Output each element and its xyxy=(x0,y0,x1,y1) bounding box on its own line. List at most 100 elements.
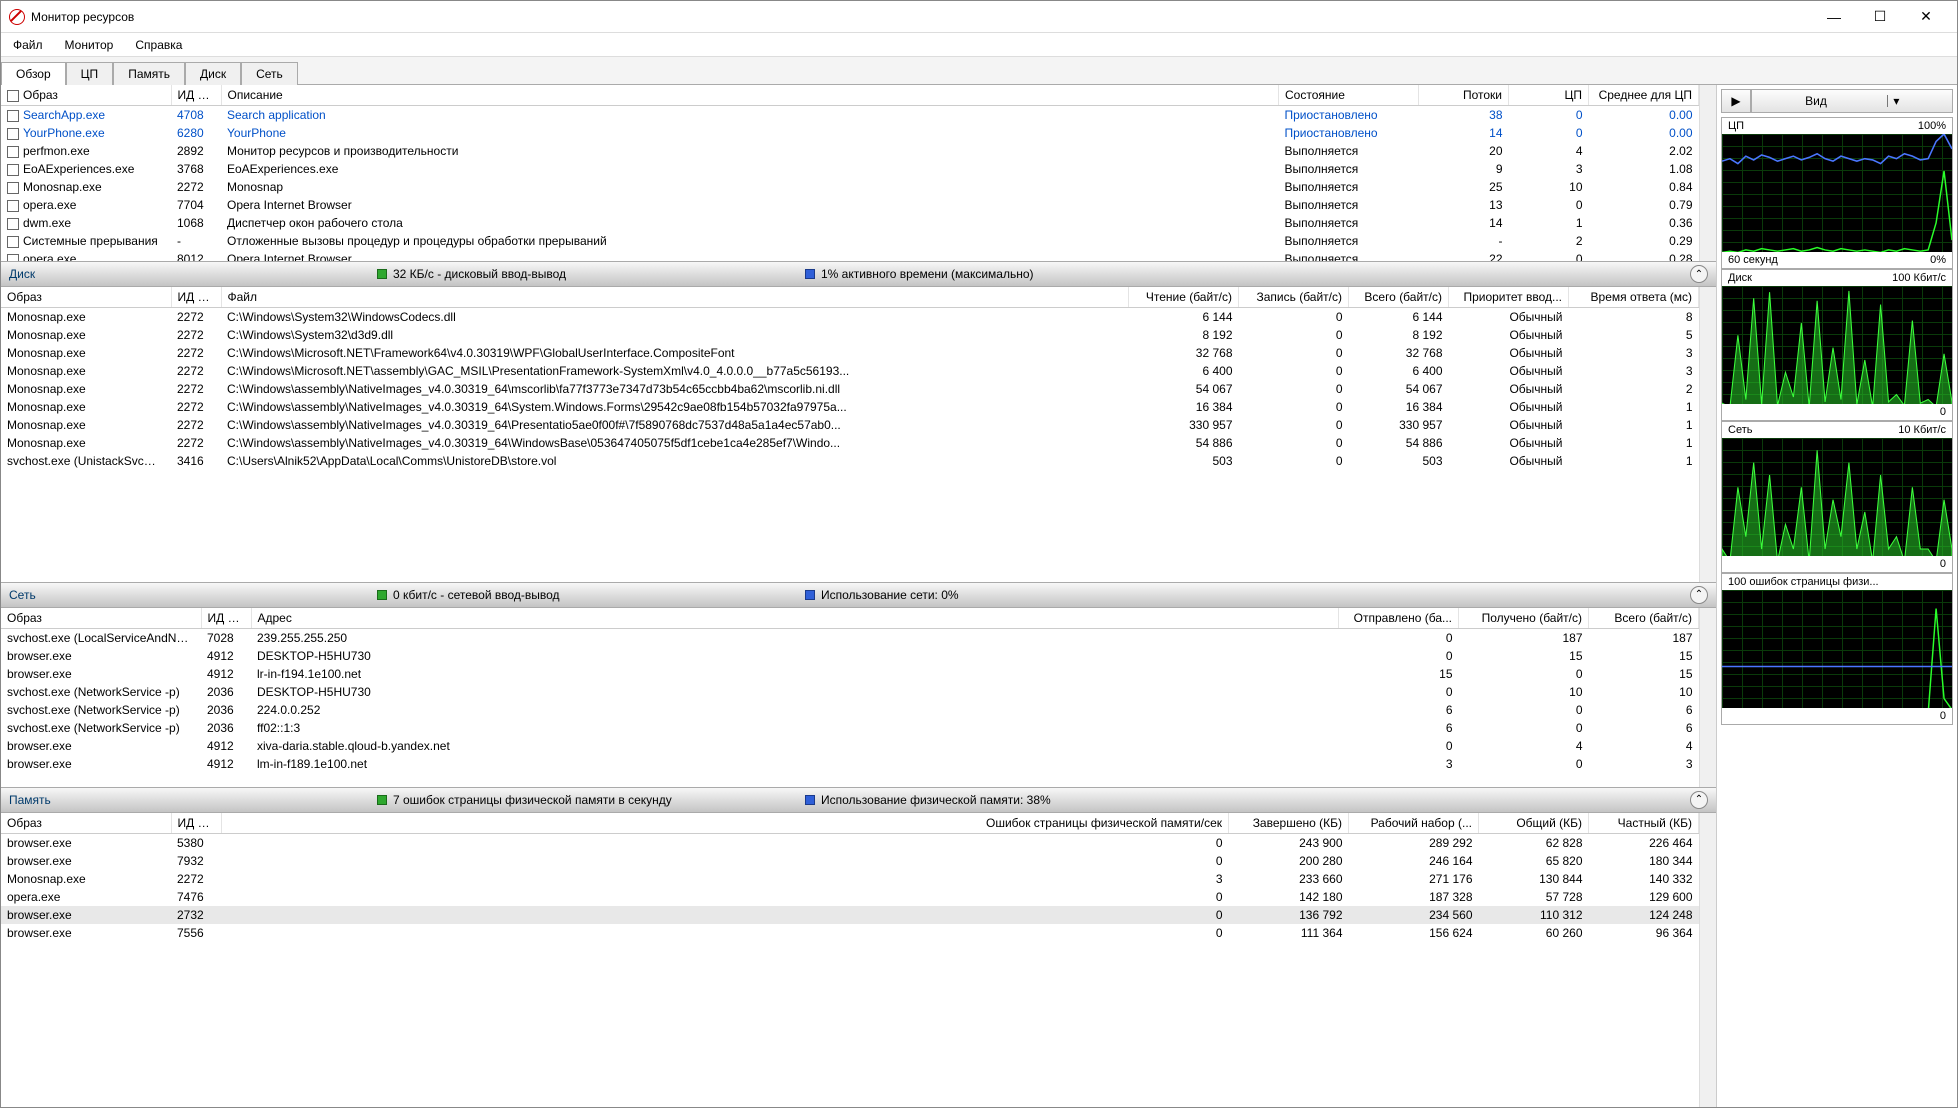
tab-overview[interactable]: Обзор xyxy=(1,62,66,85)
cpu-scrollbar[interactable] xyxy=(1699,85,1716,261)
table-row[interactable]: perfmon.exe2892Монитор ресурсов и произв… xyxy=(1,142,1699,160)
side-expand-button[interactable]: ▶ xyxy=(1721,89,1751,113)
column-header[interactable]: ИД пр... xyxy=(171,85,221,106)
table-row[interactable]: svchost.exe (NetworkService -p)2036DESKT… xyxy=(1,683,1699,701)
checkbox[interactable] xyxy=(7,254,19,261)
column-header[interactable]: Запись (байт/с) xyxy=(1239,287,1349,308)
table-row[interactable]: opera.exe7704Opera Internet BrowserВыпол… xyxy=(1,196,1699,214)
column-header[interactable]: Общий (КБ) xyxy=(1479,813,1589,834)
disk-collapse-button[interactable]: ⌃ xyxy=(1690,265,1708,283)
column-header[interactable]: Образ xyxy=(1,608,201,629)
menu-help[interactable]: Справка xyxy=(131,36,186,54)
column-header[interactable]: Состояние xyxy=(1279,85,1419,106)
table-row[interactable]: Monosnap.exe22723233 660271 176130 84414… xyxy=(1,870,1699,888)
column-header[interactable]: Рабочий набор (... xyxy=(1349,813,1479,834)
table-row[interactable]: browser.exe4912DESKTOP-H5HU73001515 xyxy=(1,647,1699,665)
table-row[interactable]: browser.exe4912lm-in-f189.1e100.net303 xyxy=(1,755,1699,773)
column-header[interactable]: Чтение (байт/с) xyxy=(1129,287,1239,308)
menu-monitor[interactable]: Монитор xyxy=(61,36,118,54)
disk-header[interactable]: Диск 32 КБ/с - дисковый ввод-вывод 1% ак… xyxy=(1,261,1716,287)
column-header[interactable]: ИД пр... xyxy=(201,608,251,629)
table-row[interactable]: opera.exe74760142 180187 32857 728129 60… xyxy=(1,888,1699,906)
memory-scrollbar[interactable] xyxy=(1699,813,1716,1108)
column-header[interactable]: Образ xyxy=(1,813,171,834)
square-green-icon xyxy=(377,590,387,600)
column-header[interactable]: Завершено (КБ) xyxy=(1229,813,1349,834)
chart-title: ЦП xyxy=(1728,120,1744,132)
column-header[interactable]: Файл xyxy=(221,287,1129,308)
column-header[interactable]: Время ответа (мс) xyxy=(1569,287,1699,308)
table-row[interactable]: browser.exe4912xiva-daria.stable.qloud-b… xyxy=(1,737,1699,755)
table-row[interactable]: svchost.exe (UnistackSvcGroup)3416C:\Use… xyxy=(1,452,1699,470)
table-row[interactable]: browser.exe27320136 792234 560110 312124… xyxy=(1,906,1699,924)
table-row[interactable]: Системные прерывания-Отложенные вызовы п… xyxy=(1,232,1699,250)
memory-header[interactable]: Память 7 ошибок страницы физической памя… xyxy=(1,787,1716,813)
checkbox[interactable] xyxy=(7,236,19,248)
table-row[interactable]: Monosnap.exe2272C:\Windows\Microsoft.NET… xyxy=(1,344,1699,362)
table-row[interactable]: browser.exe75560111 364156 62460 26096 3… xyxy=(1,924,1699,942)
column-header[interactable]: Описание xyxy=(221,85,1279,106)
column-header[interactable]: Частный (КБ) xyxy=(1589,813,1699,834)
checkbox[interactable] xyxy=(7,164,19,176)
close-button[interactable]: ✕ xyxy=(1903,2,1949,32)
table-row[interactable]: browser.exe79320200 280246 16465 820180 … xyxy=(1,852,1699,870)
side-panel: ▶ Вид ▾ ЦП100%60 секунд0%Диск100 Кбит/с0… xyxy=(1717,85,1957,1107)
column-header[interactable]: ЦП xyxy=(1509,85,1589,106)
checkbox[interactable] xyxy=(7,218,19,230)
memory-collapse-button[interactable]: ⌃ xyxy=(1690,791,1708,809)
table-row[interactable]: Monosnap.exe2272MonosnapВыполняется25100… xyxy=(1,178,1699,196)
checkbox[interactable] xyxy=(7,182,19,194)
table-row[interactable]: svchost.exe (NetworkService -p)2036ff02:… xyxy=(1,719,1699,737)
table-row[interactable]: browser.exe4912lr-in-f194.1e100.net15015 xyxy=(1,665,1699,683)
table-row[interactable]: browser.exe53800243 900289 29262 828226 … xyxy=(1,833,1699,852)
column-header[interactable]: Потоки xyxy=(1419,85,1509,106)
table-row[interactable]: YourPhone.exe6280YourPhoneПриостановлено… xyxy=(1,124,1699,142)
column-header[interactable]: Ошибок страницы физической памяти/сек xyxy=(221,813,1229,834)
square-green-icon xyxy=(377,795,387,805)
table-row[interactable]: Monosnap.exe2272C:\Windows\assembly\Nati… xyxy=(1,434,1699,452)
column-header[interactable]: Среднее для ЦП xyxy=(1589,85,1699,106)
column-header[interactable]: Всего (байт/с) xyxy=(1349,287,1449,308)
tab-memory[interactable]: Память xyxy=(113,62,185,85)
checkbox[interactable] xyxy=(7,110,19,122)
column-header[interactable]: Образ xyxy=(1,287,171,308)
table-row[interactable]: Monosnap.exe2272C:\Windows\System32\Wind… xyxy=(1,308,1699,327)
minimize-button[interactable]: — xyxy=(1811,2,1857,32)
table-row[interactable]: Monosnap.exe2272C:\Windows\System32\d3d9… xyxy=(1,326,1699,344)
table-row[interactable]: SearchApp.exe4708Search applicationПриос… xyxy=(1,106,1699,125)
column-header[interactable]: Отправлено (ба... xyxy=(1339,608,1459,629)
tab-network[interactable]: Сеть xyxy=(241,62,298,85)
column-header[interactable]: Приоритет ввод... xyxy=(1449,287,1569,308)
menu-file[interactable]: Файл xyxy=(9,36,47,54)
column-header[interactable]: Всего (байт/с) xyxy=(1589,608,1699,629)
tab-cpu[interactable]: ЦП xyxy=(66,62,114,85)
column-header[interactable]: Получено (байт/с) xyxy=(1459,608,1589,629)
tab-disk[interactable]: Диск xyxy=(185,62,241,85)
network-collapse-button[interactable]: ⌃ xyxy=(1690,586,1708,604)
table-row[interactable]: svchost.exe (LocalServiceAndNoIm...70282… xyxy=(1,628,1699,647)
network-header[interactable]: Сеть 0 кбит/с - сетевой ввод-вывод Испол… xyxy=(1,582,1716,608)
checkbox[interactable] xyxy=(7,128,19,140)
table-row[interactable]: Monosnap.exe2272C:\Windows\Microsoft.NET… xyxy=(1,362,1699,380)
square-green-icon xyxy=(377,269,387,279)
checkbox[interactable] xyxy=(7,200,19,212)
table-row[interactable]: svchost.exe (NetworkService -p)2036224.0… xyxy=(1,701,1699,719)
column-header[interactable]: Адрес xyxy=(251,608,1339,629)
disk-scrollbar[interactable] xyxy=(1699,287,1716,582)
view-dropdown[interactable]: Вид ▾ xyxy=(1751,89,1953,113)
table-row[interactable]: Monosnap.exe2272C:\Windows\assembly\Nati… xyxy=(1,416,1699,434)
column-header[interactable]: ИД пр... xyxy=(171,813,221,834)
column-header[interactable]: ИД пр... xyxy=(171,287,221,308)
table-row[interactable]: opera.exe8012Opera Internet BrowserВыпол… xyxy=(1,250,1699,261)
table-row[interactable]: dwm.exe1068Диспетчер окон рабочего стола… xyxy=(1,214,1699,232)
network-scrollbar[interactable] xyxy=(1699,608,1716,787)
checkbox[interactable] xyxy=(7,146,19,158)
column-header[interactable]: Образ xyxy=(1,85,171,106)
chart: ЦП100%60 секунд0% xyxy=(1721,117,1953,269)
table-row[interactable]: Monosnap.exe2272C:\Windows\assembly\Nati… xyxy=(1,398,1699,416)
maximize-button[interactable]: ☐ xyxy=(1857,2,1903,32)
titlebar: Монитор ресурсов — ☐ ✕ xyxy=(1,1,1957,33)
table-row[interactable]: Monosnap.exe2272C:\Windows\assembly\Nati… xyxy=(1,380,1699,398)
table-row[interactable]: EoAExperiences.exe3768EoAExperiences.exe… xyxy=(1,160,1699,178)
square-blue-icon xyxy=(805,795,815,805)
